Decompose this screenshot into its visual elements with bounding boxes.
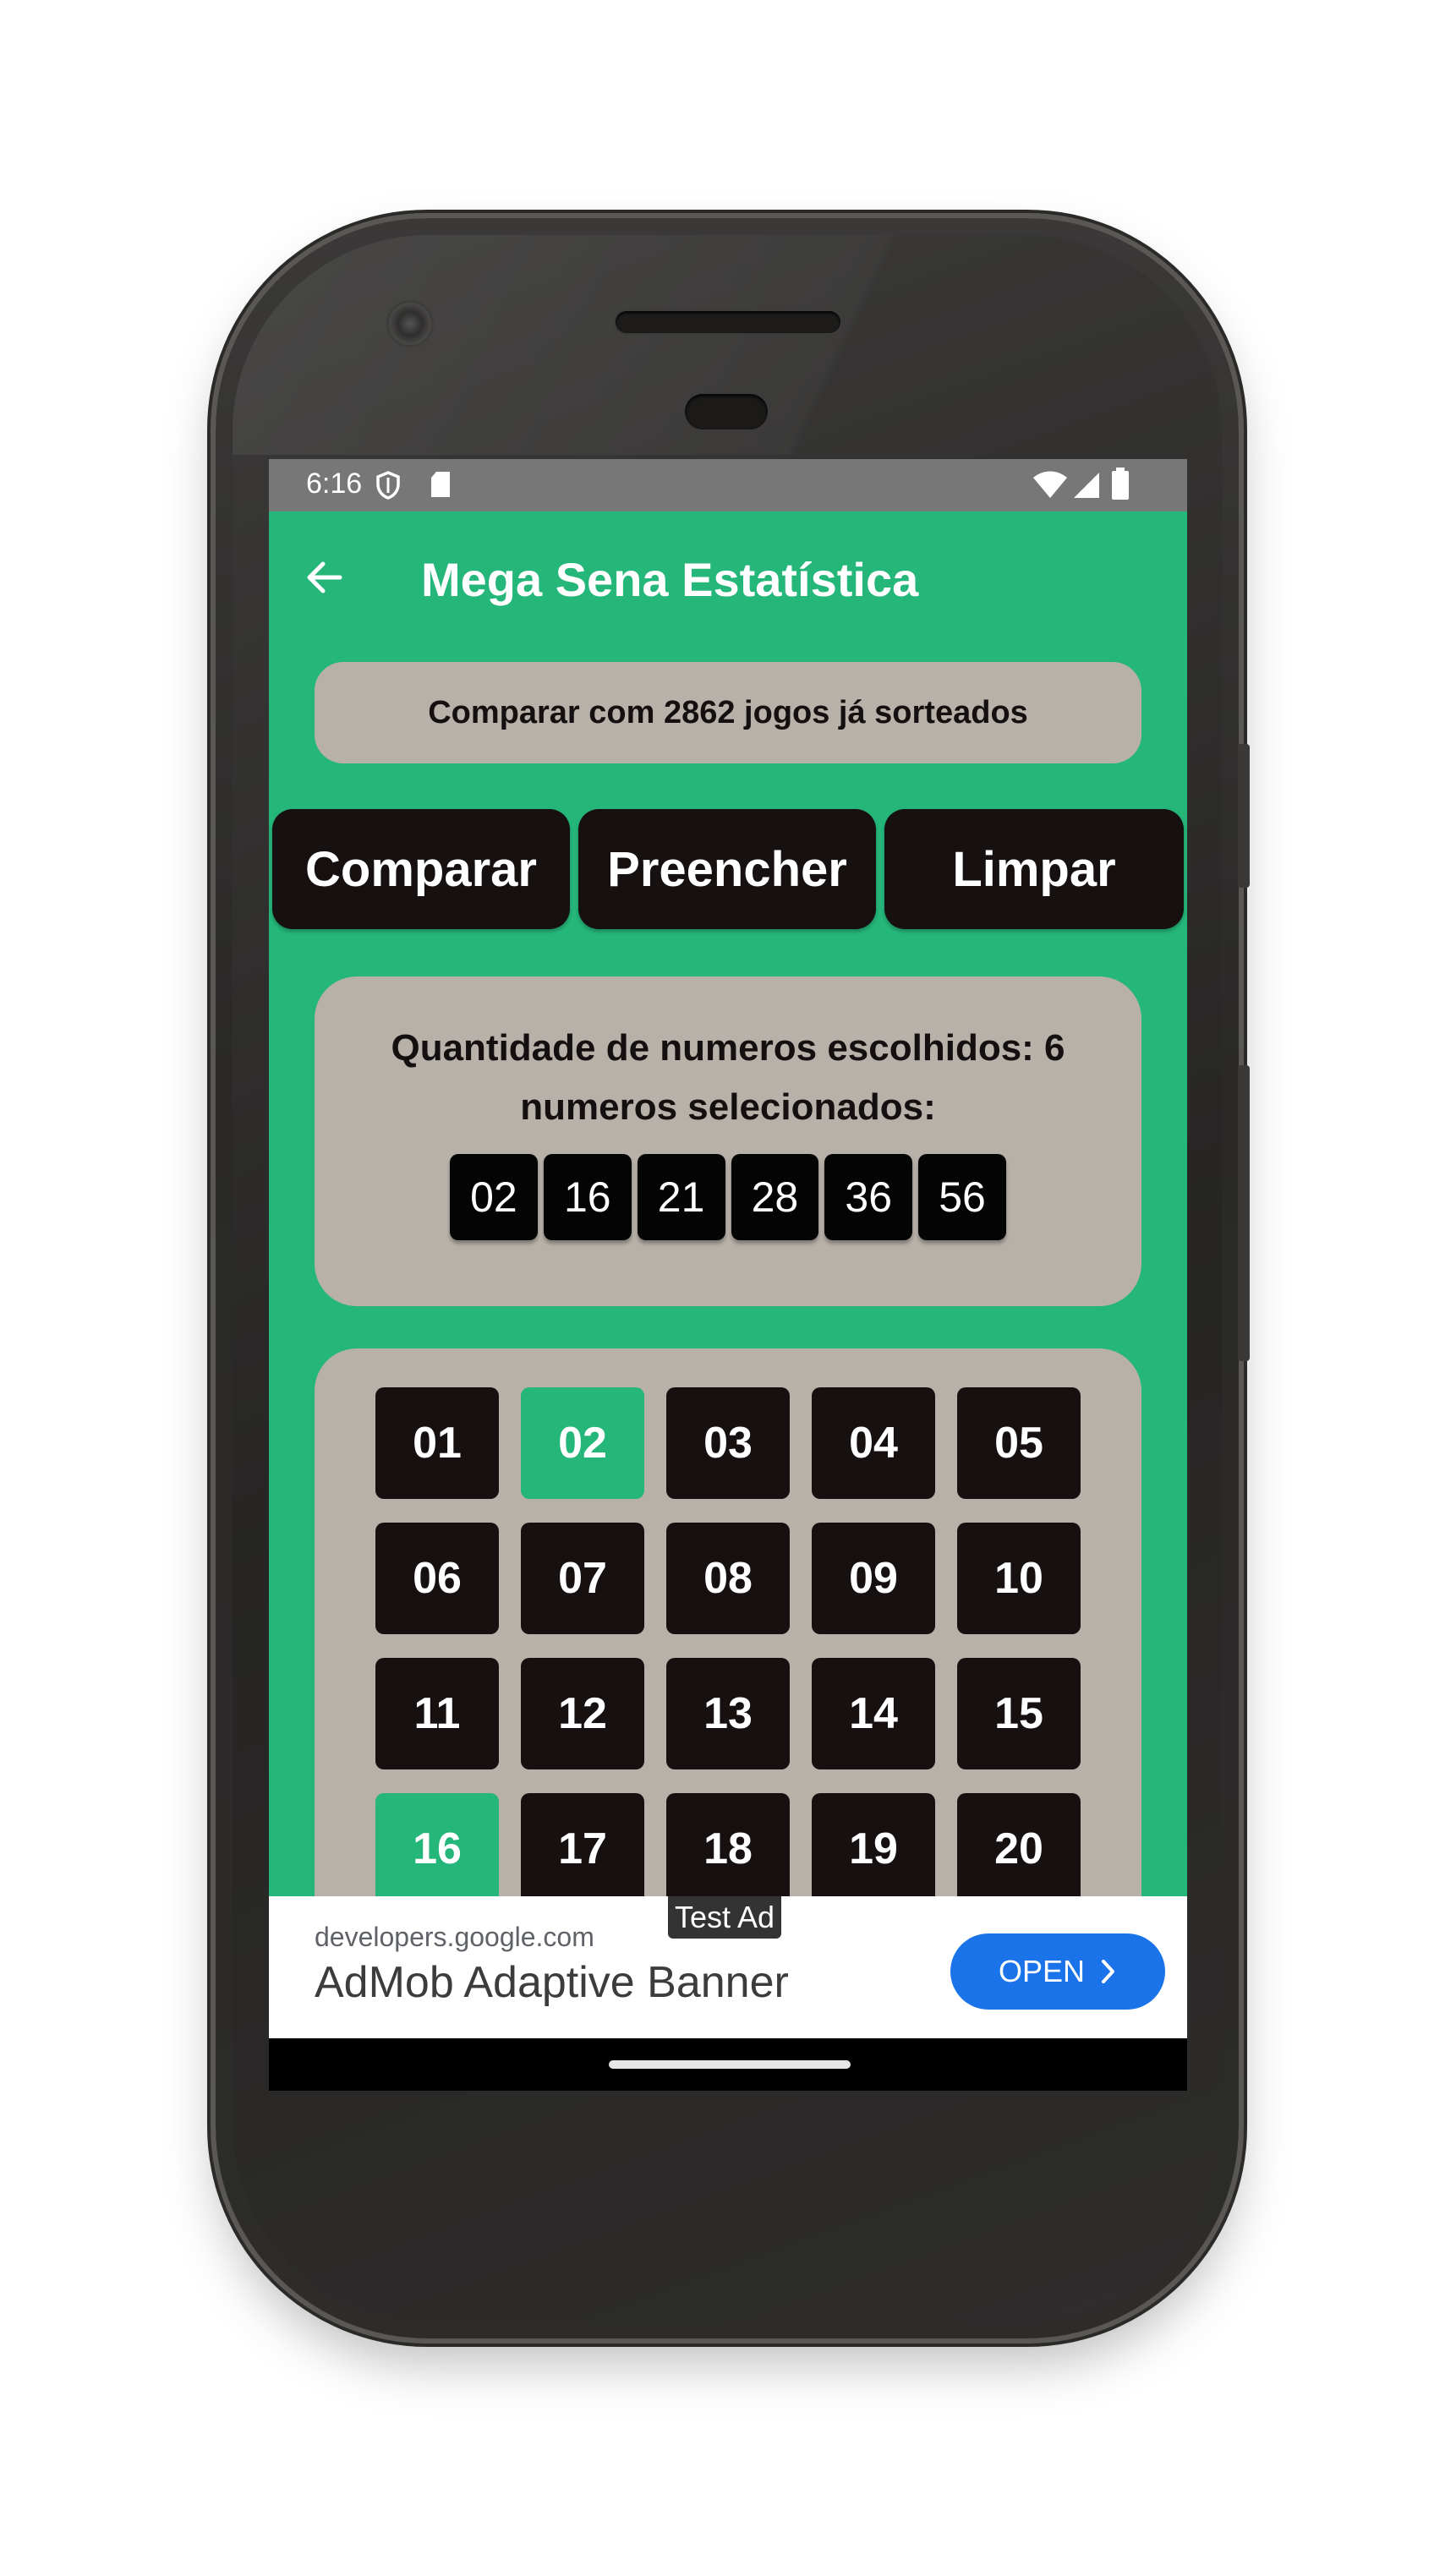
number-cell-01[interactable]: 01	[375, 1387, 499, 1499]
wifi-icon	[1033, 471, 1067, 498]
clear-button[interactable]: Limpar	[884, 809, 1184, 929]
number-cell-13[interactable]: 13	[666, 1658, 790, 1769]
number-cell-09[interactable]: 09	[812, 1523, 935, 1634]
number-cell-10[interactable]: 10	[957, 1523, 1081, 1634]
ad-open-label: OPEN	[998, 1954, 1086, 1988]
app-title: Mega Sena Estatística	[421, 553, 919, 606]
selected-number-chip: 02	[450, 1154, 538, 1240]
sd-card-icon	[431, 472, 450, 497]
compare-button[interactable]: Comparar	[272, 809, 570, 929]
fill-button[interactable]: Preencher	[578, 809, 876, 929]
ad-domain: developers.google.com	[315, 1922, 594, 1952]
selected-number-chip: 28	[731, 1154, 819, 1240]
number-cell-04[interactable]: 04	[812, 1387, 935, 1499]
number-cell-08[interactable]: 08	[666, 1523, 790, 1634]
volume-button	[1238, 1065, 1250, 1361]
ad-title: AdMob Adaptive Banner	[315, 1958, 789, 2007]
number-cell-07[interactable]: 07	[521, 1523, 644, 1634]
test-ad-badge: Test Ad	[668, 1896, 782, 1939]
ad-banner[interactable]: developers.google.com AdMob Adaptive Ban…	[269, 1896, 1187, 2038]
back-arrow-icon[interactable]	[303, 556, 345, 599]
number-cell-20[interactable]: 20	[957, 1793, 1081, 1905]
selected-count-text: Quantidade de numeros escolhidos: 6	[391, 1027, 1065, 1069]
compare-info-pill: Comparar com 2862 jogos já sorteados	[315, 662, 1141, 763]
number-cell-17[interactable]: 17	[521, 1793, 644, 1905]
number-cell-15[interactable]: 15	[957, 1658, 1081, 1769]
selected-numbers-row: 02 16 21 28 36 56	[450, 1154, 1006, 1240]
battery-icon	[1112, 468, 1129, 500]
selected-number-chip: 16	[543, 1154, 632, 1240]
status-bar: 6:16	[269, 459, 1187, 511]
selection-summary: Quantidade de numeros escolhidos: 6 nume…	[315, 1019, 1141, 1137]
number-cell-02[interactable]: 02	[521, 1387, 644, 1499]
power-button	[1238, 744, 1250, 888]
front-camera	[389, 303, 431, 345]
shield-icon	[376, 471, 400, 500]
selected-number-chip: 21	[637, 1154, 725, 1240]
earpiece-speaker	[616, 311, 840, 333]
number-grid: 01 02 03 04 05 06 07 08 09 10 11 12 13 1…	[375, 1387, 1082, 1905]
number-cell-18[interactable]: 18	[666, 1793, 790, 1905]
number-cell-16[interactable]: 16	[375, 1793, 499, 1905]
number-cell-05[interactable]: 05	[957, 1387, 1081, 1499]
number-cell-12[interactable]: 12	[521, 1658, 644, 1769]
number-cell-14[interactable]: 14	[812, 1658, 935, 1769]
navigation-bar	[269, 2038, 1187, 2091]
selected-number-chip: 36	[824, 1154, 913, 1240]
selected-number-chip: 56	[918, 1154, 1006, 1240]
proximity-sensor	[685, 394, 768, 429]
number-cell-03[interactable]: 03	[666, 1387, 790, 1499]
cell-signal-icon	[1074, 473, 1099, 498]
home-gesture-handle[interactable]	[609, 2060, 851, 2069]
selection-card: Quantidade de numeros escolhidos: 6 nume…	[315, 976, 1141, 1306]
chevron-right-icon	[1102, 1960, 1115, 1983]
ad-open-button[interactable]: OPEN	[950, 1933, 1165, 2010]
selected-numbers-label: numeros selecionados:	[520, 1086, 936, 1128]
number-cell-06[interactable]: 06	[375, 1523, 499, 1634]
screen: 6:16 Mega Sena Estatística Comparar com …	[269, 459, 1187, 2091]
number-cell-11[interactable]: 11	[375, 1658, 499, 1769]
status-time: 6:16	[306, 468, 363, 500]
number-cell-19[interactable]: 19	[812, 1793, 935, 1905]
